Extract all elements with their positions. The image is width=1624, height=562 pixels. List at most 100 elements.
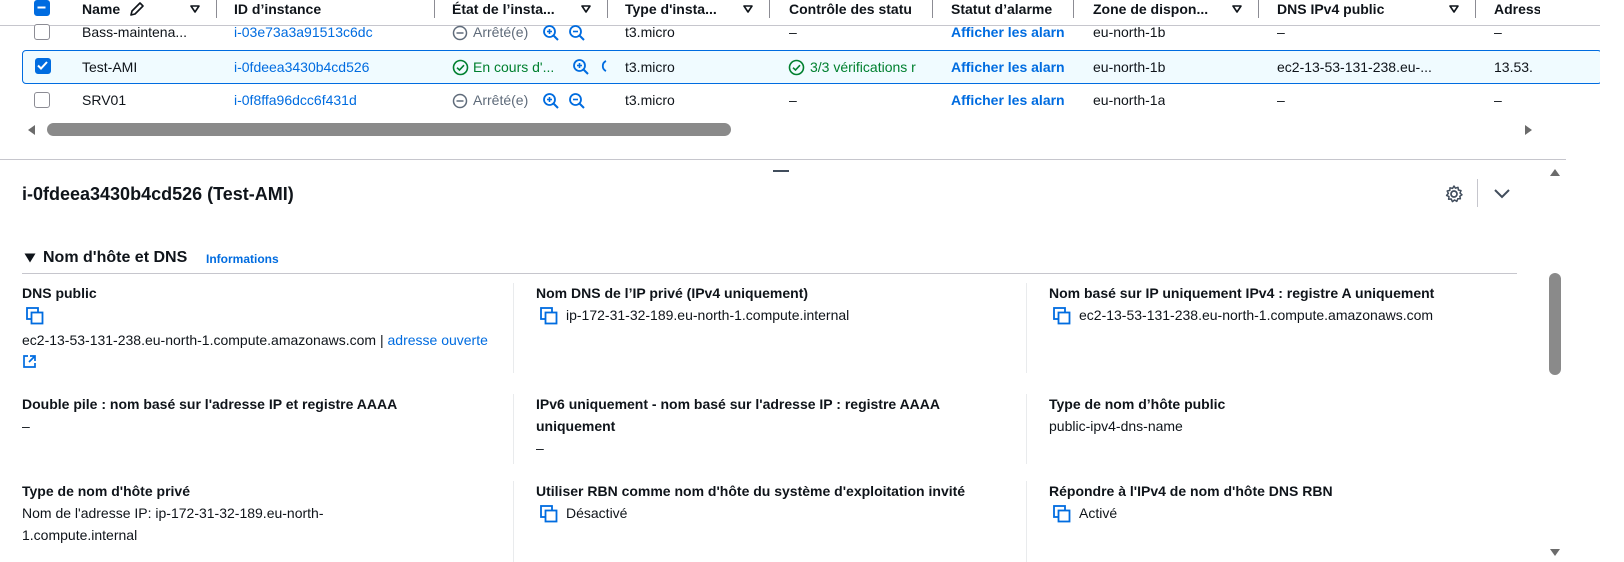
status-ok-icon <box>788 59 805 76</box>
instance-state: Arrêté(e) <box>473 92 529 108</box>
column-header-status-check[interactable]: Contrôle des statu <box>789 0 917 18</box>
zoom-in-icon[interactable] <box>572 58 590 76</box>
column-resizer[interactable] <box>607 0 608 18</box>
column-header-instance-id[interactable]: ID d’instance <box>234 0 424 18</box>
dual-stack-value: – <box>22 418 30 434</box>
column-header-public-ipv4-dns[interactable]: DNS IPv4 public <box>1277 0 1427 18</box>
zoom-out-icon[interactable] <box>568 24 586 42</box>
view-alarms-link[interactable]: Afficher les alarn <box>951 23 1074 41</box>
row-checkbox[interactable] <box>35 58 51 74</box>
column-resizer[interactable] <box>434 0 435 18</box>
split-panel-divider <box>0 159 1566 160</box>
external-link-icon[interactable] <box>22 354 37 369</box>
column-divider <box>513 481 514 562</box>
availability-zone: eu-north-1a <box>1093 92 1166 108</box>
scroll-left-icon[interactable] <box>26 124 38 136</box>
copy-icon[interactable] <box>540 505 558 523</box>
table-row[interactable]: SRV01 i-0f8ffa96dcc6f431d Arrêté(e) t3.m… <box>0 85 1600 119</box>
horizontal-scrollbar[interactable] <box>0 121 1600 139</box>
vertical-scrollbar[interactable] <box>1546 160 1564 562</box>
public-hostname-type-label: Type de nom d’hôte public <box>1049 396 1226 412</box>
column-resizer[interactable] <box>1073 0 1074 18</box>
instance-id-link[interactable]: i-0f8ffa96dcc6f431d <box>234 91 414 109</box>
row-checkbox[interactable] <box>34 24 50 40</box>
column-resizer[interactable] <box>1258 0 1259 18</box>
column-resizer[interactable] <box>932 0 933 18</box>
vertical-scroll-thumb[interactable] <box>1549 273 1561 375</box>
column-resizer[interactable] <box>1475 0 1476 18</box>
public-dns: – <box>1277 24 1285 40</box>
sort-caret-icon[interactable] <box>1232 4 1242 14</box>
gear-icon[interactable] <box>1444 184 1464 204</box>
pencil-icon[interactable] <box>129 1 145 17</box>
rbn-guest-os-value: Désactivé <box>566 505 628 521</box>
copy-icon[interactable] <box>1053 505 1071 523</box>
ipv6-aaaa-label: IPv6 uniquement - nom basé sur l'adresse… <box>536 396 940 434</box>
copy-icon[interactable] <box>1053 307 1071 325</box>
chevron-down-icon[interactable] <box>1493 187 1511 201</box>
table-row[interactable]: Test-AMI i-0fdeea3430b4cd526 En cours d'… <box>22 50 1600 84</box>
sort-caret-icon[interactable] <box>190 4 200 14</box>
split-panel-resize-handle[interactable] <box>773 170 789 172</box>
status-check: – <box>789 92 797 108</box>
column-header-ip-address[interactable]: Adress <box>1494 0 1540 18</box>
copy-icon[interactable] <box>26 307 44 325</box>
horizontal-scroll-thumb[interactable] <box>47 123 731 136</box>
rbn-ipv4-label: Répondre à l'IPv4 de nom d'hôte DNS RBN <box>1049 483 1333 499</box>
column-header-availability-zone[interactable]: Zone de dispon... <box>1093 0 1221 18</box>
stopped-icon <box>452 93 468 109</box>
rbn-guest-os-label: Utiliser RBN comme nom d'hôte du système… <box>536 483 966 499</box>
column-header-name[interactable]: Name <box>82 0 132 18</box>
public-dns: ec2-13-53-131-238.eu-... <box>1277 59 1432 75</box>
column-divider <box>1026 394 1027 464</box>
column-divider <box>1026 283 1027 373</box>
row-checkbox[interactable] <box>34 92 50 108</box>
scroll-right-icon[interactable] <box>1522 124 1534 136</box>
column-divider <box>513 394 514 464</box>
zoom-out-icon[interactable] <box>598 58 607 76</box>
caret-down-icon[interactable] <box>24 253 36 263</box>
column-resizer[interactable] <box>216 0 217 18</box>
ipv4-a-record-label: Nom basé sur IP uniquement IPv4 : regist… <box>1049 285 1435 301</box>
scroll-down-icon[interactable] <box>1549 548 1561 558</box>
availability-zone: eu-north-1b <box>1093 24 1166 40</box>
column-resizer[interactable] <box>769 0 770 18</box>
private-hostname-type-label: Type de nom d'hôte privé <box>22 483 190 499</box>
private-hostname-type-value: Nom de l'adresse IP: ip-172-31-32-189.eu… <box>22 505 324 543</box>
column-header-state[interactable]: État de l’insta... <box>452 0 576 18</box>
sort-caret-icon[interactable] <box>1449 4 1459 14</box>
info-link[interactable]: Informations <box>206 251 279 267</box>
instance-type: t3.micro <box>625 24 675 40</box>
instance-id-link[interactable]: i-0fdeea3430b4cd526 <box>234 58 414 76</box>
instances-table: Name ID d’instance État de l’insta... Ty… <box>0 0 1600 160</box>
running-icon <box>452 59 469 76</box>
column-header-alarm-status[interactable]: Statut d’alarme <box>951 0 1058 18</box>
select-all-checkbox[interactable] <box>34 0 50 16</box>
view-alarms-link[interactable]: Afficher les alarn <box>951 58 1074 76</box>
zoom-out-icon[interactable] <box>568 92 586 110</box>
status-check: – <box>789 24 797 40</box>
column-header-type[interactable]: Type d'insta... <box>625 0 743 18</box>
sort-caret-icon[interactable] <box>743 4 753 14</box>
rbn-ipv4-value: Activé <box>1079 505 1118 521</box>
zoom-in-icon[interactable] <box>542 92 560 110</box>
scroll-up-icon[interactable] <box>1549 167 1561 177</box>
view-alarms-link[interactable]: Afficher les alarn <box>951 91 1074 109</box>
zoom-in-icon[interactable] <box>542 24 560 42</box>
public-hostname-type-value: public-ipv4-dns-name <box>1049 418 1183 434</box>
instance-type: t3.micro <box>625 92 675 108</box>
column-divider <box>1026 481 1027 562</box>
private-dns-label: Nom DNS de l’IP privé (IPv4 uniquement) <box>536 285 809 301</box>
dual-stack-label: Double pile : nom basé sur l'adresse IP … <box>22 396 398 412</box>
open-address-link[interactable]: adresse ouverte <box>388 332 488 348</box>
minus-icon <box>37 6 46 9</box>
copy-icon[interactable] <box>540 307 558 325</box>
instance-name: SRV01 <box>82 92 127 108</box>
details-panel-title: i-0fdeea3430b4cd526 (Test-AMI) <box>22 184 294 204</box>
ip-address: 13.53. <box>1494 59 1533 75</box>
instance-state: Arrêté(e) <box>473 24 529 40</box>
instance-name: Bass-maintena... <box>82 24 188 40</box>
sort-caret-icon[interactable] <box>581 4 591 14</box>
public-dns-label: DNS public <box>22 285 97 301</box>
instance-id-link[interactable]: i-03e73a3a91513c6dc <box>234 23 394 41</box>
